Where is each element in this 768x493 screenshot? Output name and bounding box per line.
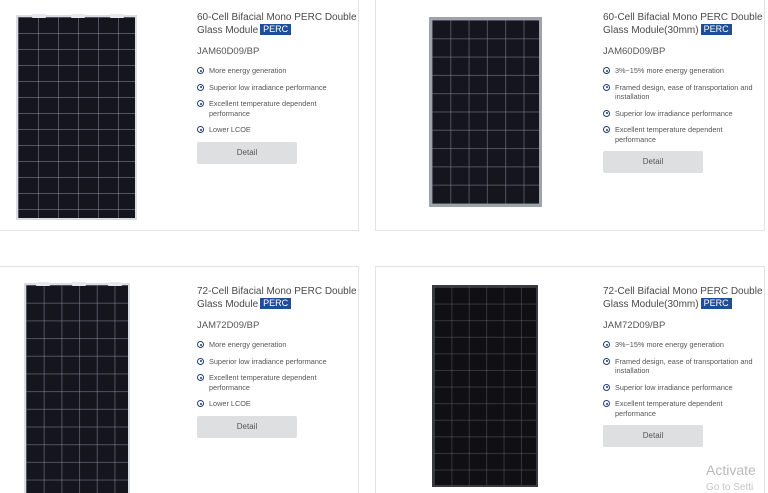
detail-button[interactable]: Detail [197,415,297,438]
feature-item: Lower LCOE [197,125,357,135]
product-card: 60-Cell Bifacial Mono PERC Double Glass … [375,0,765,231]
bullet-icon [197,374,204,381]
feature-item: More energy generation [197,340,357,350]
product-model: JAM60D09/BP [197,46,260,57]
bullet-icon [197,100,204,107]
feature-list: 3%~15% more energy generation Framed des… [603,340,763,418]
feature-item: Excellent temperature dependent performa… [197,373,357,392]
perc-badge: PERC [260,24,292,35]
bullet-icon [197,126,204,133]
feature-item: Superior low irradiance performance [603,109,763,119]
bullet-icon [603,341,610,348]
feature-list: 3%~15% more energy generation Framed des… [603,66,763,144]
product-card: 72-Cell Bifacial Mono PERC Double Glass … [375,266,765,493]
perc-badge: PERC [700,298,732,309]
solar-panel-image[interactable] [16,14,137,220]
bullet-icon [603,67,610,74]
product-title[interactable]: 72-Cell Bifacial Mono PERC Double Glass … [603,285,763,311]
detail-button[interactable]: Detail [197,141,297,164]
bullet-icon [197,357,204,365]
bullet-icon [197,400,204,407]
bullet-icon [197,341,204,348]
solar-panel-image[interactable] [429,17,542,207]
perc-badge: PERC [700,24,732,35]
bullet-icon [603,383,610,391]
product-model: JAM72D09/BP [197,320,260,331]
product-title[interactable]: 72-Cell Bifacial Mono PERC Double Glass … [197,285,357,311]
feature-item: Framed design, ease of transportation an… [603,83,763,102]
bullet-icon [603,400,610,407]
feature-item: Lower LCOE [197,399,357,409]
feature-list: More energy generation Superior low irra… [197,66,357,135]
solar-panel-image[interactable] [432,285,538,487]
perc-badge: PERC [260,298,292,309]
detail-button[interactable]: Detail [603,425,703,447]
detail-button[interactable]: Detail [603,151,703,173]
bullet-icon [603,109,610,117]
product-title[interactable]: 60-Cell Bifacial Mono PERC Double Glass … [197,11,357,37]
activate-windows-watermark: Activate [706,462,756,478]
product-card: 60-Cell Bifacial Mono PERC Double Glass … [0,0,359,231]
bullet-icon [603,357,610,365]
feature-item: Superior low irradiance performance [197,83,357,93]
feature-item: Excellent temperature dependent performa… [603,125,763,144]
bullet-icon [603,83,610,91]
bullet-icon [603,126,610,133]
product-card: 72-Cell Bifacial Mono PERC Double Glass … [0,266,359,493]
feature-item: 3%~15% more energy generation [603,66,763,76]
product-model: JAM60D09/BP [603,46,666,57]
feature-item: More energy generation [197,66,357,76]
feature-item: Framed design, ease of transportation an… [603,357,763,376]
feature-item: Excellent temperature dependent performa… [197,99,357,118]
bullet-icon [197,67,204,74]
product-model: JAM72D09/BP [603,320,666,331]
feature-item: Superior low irradiance performance [603,383,763,393]
activate-windows-subtitle: Go to Setti [706,482,754,493]
solar-panel-image[interactable] [24,282,130,493]
bullet-icon [197,83,204,91]
feature-item: 3%~15% more energy generation [603,340,763,350]
feature-item: Excellent temperature dependent performa… [603,399,763,418]
feature-item: Superior low irradiance performance [197,357,357,367]
feature-list: More energy generation Superior low irra… [197,340,357,409]
product-title[interactable]: 60-Cell Bifacial Mono PERC Double Glass … [603,11,763,37]
